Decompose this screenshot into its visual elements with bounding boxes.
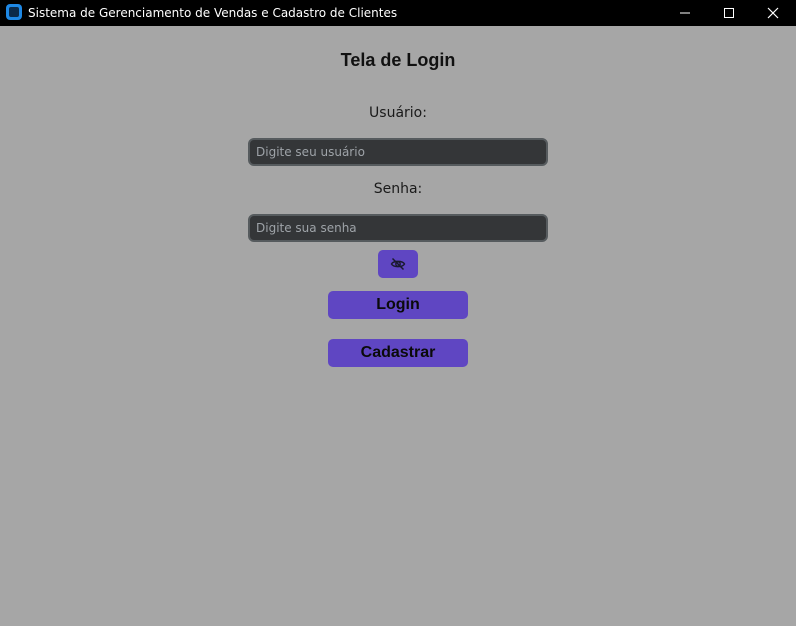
username-input[interactable] bbox=[248, 138, 548, 166]
title-bar[interactable]: Sistema de Gerenciamento de Vendas e Cad… bbox=[0, 0, 796, 26]
toggle-password-visibility-button[interactable] bbox=[378, 250, 418, 278]
register-button[interactable]: Cadastrar bbox=[328, 339, 468, 367]
login-panel: Tela de Login Usuário: Senha: Login Cada… bbox=[0, 26, 796, 626]
close-button[interactable] bbox=[750, 0, 796, 26]
password-input[interactable] bbox=[248, 214, 548, 242]
maximize-icon bbox=[724, 8, 734, 18]
maximize-button[interactable] bbox=[706, 0, 752, 26]
close-icon bbox=[767, 7, 779, 19]
login-button[interactable]: Login bbox=[328, 291, 468, 319]
page-title: Tela de Login bbox=[340, 50, 456, 70]
eye-slash-icon bbox=[390, 257, 406, 271]
password-label: Senha: bbox=[373, 181, 423, 197]
app-icon bbox=[6, 4, 22, 20]
window-title: Sistema de Gerenciamento de Vendas e Cad… bbox=[28, 6, 398, 20]
username-label: Usuário: bbox=[369, 105, 427, 121]
minimize-icon bbox=[680, 12, 690, 14]
minimize-button[interactable] bbox=[662, 0, 708, 26]
